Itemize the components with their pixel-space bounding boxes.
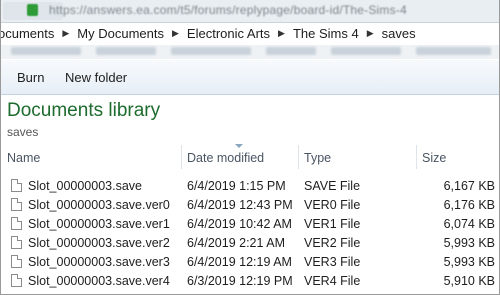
file-icon: [11, 217, 22, 230]
file-type: VER2 File: [304, 236, 361, 250]
file-size: 5,993 KB: [443, 255, 495, 269]
file-icon: [11, 274, 22, 287]
breadcrumb-item-electronic-arts[interactable]: Electronic Arts: [184, 26, 273, 41]
browser-tab-strip: https://answers.ea.com/t5/forums/replypa…: [1, 0, 499, 22]
file-icon: [11, 236, 22, 249]
file-icon: [11, 255, 22, 268]
file-row[interactable]: Slot_00000003.save.ver4 6/3/2019 12:19 P…: [1, 272, 499, 291]
file-list: Slot_00000003.save 6/4/2019 1:15 PM SAVE…: [1, 177, 499, 291]
file-size: 6,167 KB: [443, 179, 495, 193]
column-divider[interactable]: [181, 145, 182, 169]
file-row[interactable]: Slot_00000003.save.ver1 6/4/2019 10:42 A…: [1, 215, 499, 234]
file-date: 6/4/2019 1:15 PM: [187, 179, 286, 193]
column-name[interactable]: Name: [7, 151, 40, 165]
file-row[interactable]: Slot_00000003.save.ver2 6/4/2019 2:21 AM…: [1, 234, 499, 253]
file-name: Slot_00000003.save.ver0: [28, 198, 170, 212]
file-type: SAVE File: [304, 179, 361, 193]
sort-indicator-icon: [235, 144, 243, 148]
breadcrumb-arrow-icon[interactable]: ▶: [273, 28, 290, 39]
column-size[interactable]: Size: [422, 151, 446, 165]
file-icon: [11, 179, 22, 192]
file-type: VER0 File: [304, 198, 361, 212]
breadcrumb-item-my-documents[interactable]: My Documents: [74, 26, 167, 41]
file-date: 6/4/2019 10:42 AM: [187, 217, 292, 231]
new-folder-button[interactable]: New folder: [61, 68, 131, 87]
file-date: 6/4/2019 12:19 AM: [187, 255, 292, 269]
column-header-row: Name Date modified Type Size: [1, 144, 499, 169]
file-name: Slot_00000003.save: [28, 179, 142, 193]
file-name: Slot_00000003.save.ver1: [28, 217, 170, 231]
file-row[interactable]: Slot_00000003.save.ver3 6/4/2019 12:19 A…: [1, 253, 499, 272]
file-size: 5,993 KB: [443, 236, 495, 250]
address-bar[interactable]: ocuments ▶ My Documents ▶ Electronic Art…: [1, 22, 499, 46]
blurred-background-bar: [1, 45, 499, 59]
file-name: Slot_00000003.save.ver2: [28, 236, 170, 250]
breadcrumb-arrow-icon[interactable]: ▶: [57, 28, 74, 39]
breadcrumb-item-saves[interactable]: saves: [379, 26, 419, 41]
library-subtitle[interactable]: saves: [7, 125, 38, 139]
file-date: 6/4/2019 12:43 PM: [187, 198, 293, 212]
file-size: 6,176 KB: [443, 198, 495, 212]
column-type[interactable]: Type: [304, 151, 331, 165]
file-size: 5,910 KB: [443, 274, 495, 288]
breadcrumb-item-the-sims-4[interactable]: The Sims 4: [290, 26, 362, 41]
file-icon: [11, 198, 22, 211]
file-name: Slot_00000003.save.ver3: [28, 255, 170, 269]
breadcrumb-arrow-icon[interactable]: ▶: [362, 28, 379, 39]
column-date-modified[interactable]: Date modified: [187, 151, 264, 165]
file-size: 6,074 KB: [443, 217, 495, 231]
command-toolbar: Burn New folder: [1, 60, 499, 95]
column-divider[interactable]: [298, 145, 299, 169]
library-title: Documents library: [7, 100, 161, 121]
file-row[interactable]: Slot_00000003.save 6/4/2019 1:15 PM SAVE…: [1, 177, 499, 196]
file-date: 6/3/2019 12:19 PM: [187, 274, 293, 288]
file-type: VER3 File: [304, 255, 361, 269]
column-divider[interactable]: [416, 145, 417, 169]
file-name: Slot_00000003.save.ver4: [28, 274, 170, 288]
file-type: VER1 File: [304, 217, 361, 231]
breadcrumb-arrow-icon[interactable]: ▶: [167, 28, 184, 39]
file-row[interactable]: Slot_00000003.save.ver0 6/4/2019 12:43 P…: [1, 196, 499, 215]
browser-url[interactable]: https://answers.ea.com/t5/forums/replypa…: [49, 3, 407, 17]
file-type: VER4 File: [304, 274, 361, 288]
breadcrumb-item-documents[interactable]: ocuments: [1, 26, 57, 41]
breadcrumb: ocuments ▶ My Documents ▶ Electronic Art…: [1, 26, 419, 41]
explorer-window: https://answers.ea.com/t5/forums/replypa…: [0, 0, 500, 295]
burn-button[interactable]: Burn: [13, 68, 48, 87]
secure-lock-icon: [27, 4, 38, 16]
file-date: 6/4/2019 2:21 AM: [187, 236, 285, 250]
